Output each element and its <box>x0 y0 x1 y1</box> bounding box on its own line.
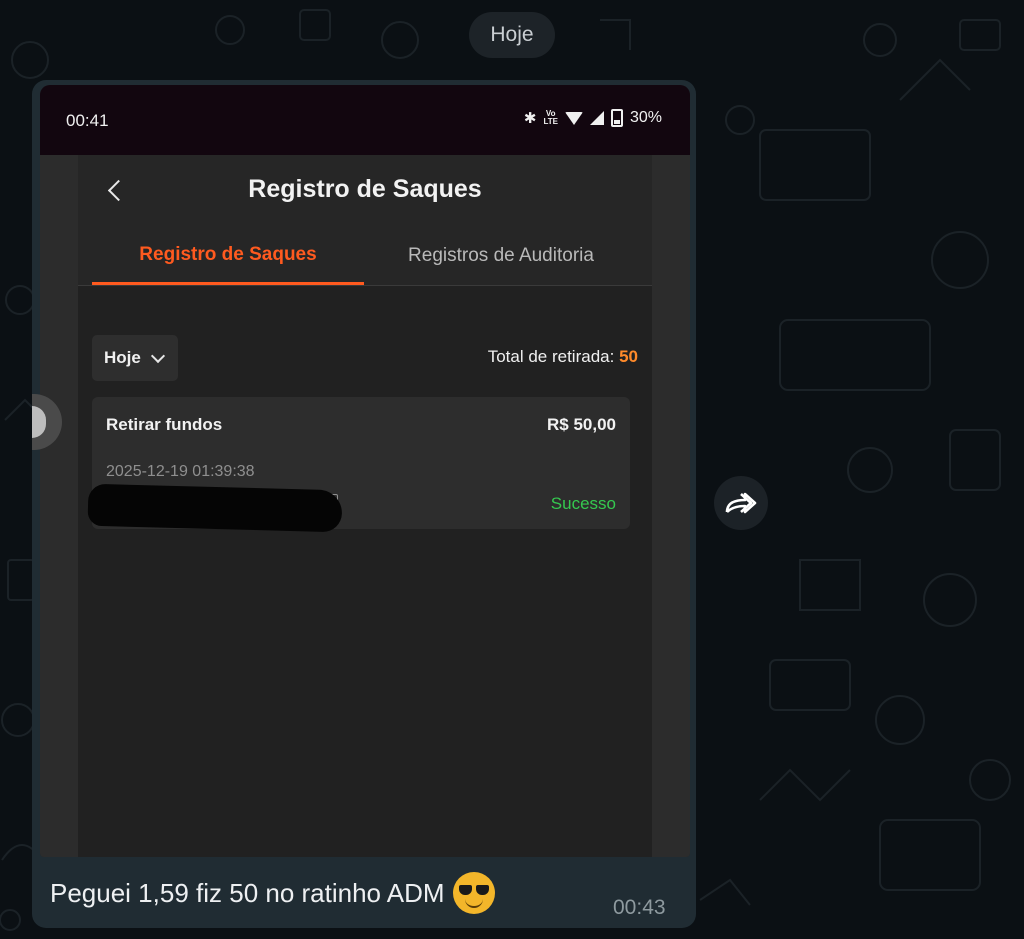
record-status: Sucesso <box>550 494 616 513</box>
page-title: Registro de Saques <box>248 175 482 203</box>
redaction-scribble <box>87 483 343 533</box>
withdrawal-total-value: 50 <box>619 347 638 366</box>
date-separator-label: Hoje <box>490 23 534 46</box>
status-icons: ✱ Vo LTE 30% <box>524 109 662 127</box>
message-caption: Peguei 1,59 fiz 50 no ratinho ADM <box>50 872 495 914</box>
phone-clock: 00:41 <box>66 111 109 130</box>
bluetooth-icon: ✱ <box>523 110 537 127</box>
volte-label-bottom: LTE <box>543 117 558 126</box>
wifi-icon <box>564 111 583 125</box>
forward-button[interactable] <box>714 476 768 530</box>
tab-bar: Registro de Saques Registros de Auditori… <box>78 227 652 286</box>
date-filter-label: Hoje <box>104 348 141 367</box>
battery-icon <box>610 109 623 127</box>
date-filter-dropdown[interactable]: Hoje <box>92 335 178 381</box>
record-datetime: 2025-12-19 01:39:38 <box>106 463 255 480</box>
tab-withdrawal-records[interactable]: Registro de Saques <box>92 227 364 285</box>
record-amount: R$ 50,00 <box>547 415 616 434</box>
cell-signal-icon <box>589 111 604 125</box>
message-timestamp: 00:43 <box>613 896 666 919</box>
date-separator: Hoje <box>469 12 555 58</box>
record-title: Retirar fundos <box>106 415 223 434</box>
withdrawal-total-label: Total de retirada: <box>487 347 615 366</box>
withdrawal-total: Total de retirada: 50 <box>488 347 638 367</box>
forward-icon <box>725 492 757 514</box>
app-frame-left <box>40 155 78 857</box>
app-frame-right <box>652 155 690 857</box>
message-caption-text: Peguei 1,59 fiz 50 no ratinho ADM <box>50 877 445 908</box>
screenshot-image[interactable]: 00:41 ✱ Vo LTE 30% Registro de Saques Re… <box>40 85 690 857</box>
app-header: Registro de Saques <box>78 155 652 227</box>
phone-status-bar: 00:41 ✱ Vo LTE 30% <box>40 85 690 155</box>
sunglasses-emoji-icon <box>452 872 495 914</box>
tab-audit-records[interactable]: Registros de Auditoria <box>374 227 628 285</box>
chevron-down-icon <box>150 348 165 363</box>
volte-icon: Vo LTE <box>543 110 558 126</box>
battery-percent: 30% <box>629 109 662 126</box>
